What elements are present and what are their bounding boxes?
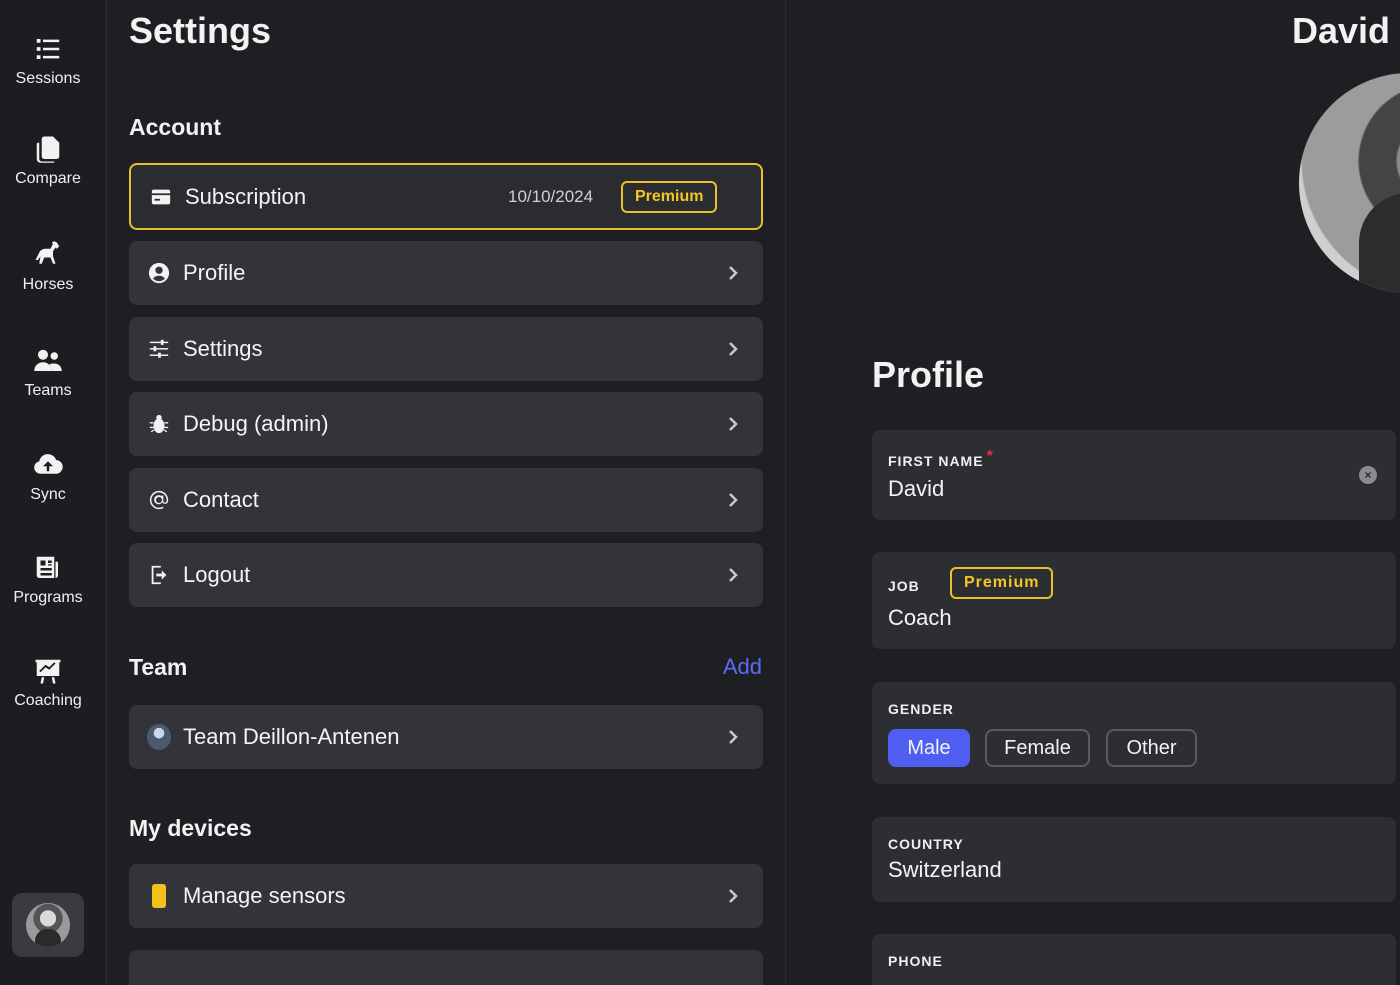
subscription-date: 10/10/2024 bbox=[508, 186, 594, 206]
profile-photo[interactable] bbox=[1299, 73, 1400, 293]
nav-item-label: Compare bbox=[15, 170, 81, 187]
nav-item-compare[interactable]: Compare bbox=[0, 134, 96, 188]
chevron-right-icon bbox=[727, 727, 741, 747]
subscription-label: Subscription bbox=[185, 183, 307, 209]
nav-item-coaching[interactable]: Coaching bbox=[0, 656, 96, 710]
job-value[interactable]: Coach bbox=[888, 605, 952, 631]
phone-label: PHONE bbox=[888, 953, 943, 969]
subscription-row[interactable]: Subscription 10/10/2024 Premium bbox=[129, 163, 763, 230]
gender-label: GENDER bbox=[888, 701, 954, 717]
menu-item-contact[interactable]: Contact bbox=[129, 468, 763, 532]
job-label: JOB bbox=[888, 578, 920, 594]
cloud-upload-icon bbox=[34, 454, 63, 474]
presentation-chart-icon bbox=[35, 659, 61, 684]
clear-icon[interactable]: × bbox=[1359, 466, 1377, 484]
nav-item-sync[interactable]: Sync bbox=[0, 450, 96, 504]
menu-item-logout[interactable]: Logout bbox=[129, 543, 763, 607]
first-name-field[interactable]: FIRST NAME * David × bbox=[872, 430, 1396, 520]
menu-item-profile[interactable]: Profile bbox=[129, 241, 763, 305]
chevron-right-icon bbox=[727, 886, 741, 906]
credit-card-icon bbox=[149, 185, 173, 209]
job-field[interactable]: JOB Premium Coach bbox=[872, 552, 1396, 649]
menu-item-label: Profile bbox=[183, 260, 246, 285]
list-item[interactable] bbox=[129, 950, 763, 985]
menu-item-label: Settings bbox=[183, 336, 263, 361]
nav-item-teams[interactable]: Teams bbox=[0, 346, 96, 400]
team-row[interactable]: Team Deillon-Antenen bbox=[129, 705, 763, 769]
avatar bbox=[26, 903, 70, 947]
settings-panel: Settings Account Subscription 10/10/2024… bbox=[107, 0, 786, 985]
nav-item-horses[interactable]: Horses bbox=[0, 240, 96, 294]
menu-item-label: Debug (admin) bbox=[183, 411, 329, 436]
menu-item-settings[interactable]: Settings bbox=[129, 317, 763, 381]
sliders-icon bbox=[147, 337, 171, 361]
horse-icon bbox=[35, 241, 60, 264]
gender-female-button[interactable]: Female bbox=[985, 729, 1090, 767]
country-field[interactable]: COUNTRY Switzerland bbox=[872, 817, 1396, 902]
copy-icon bbox=[36, 136, 60, 163]
nav-item-label: Sessions bbox=[15, 70, 81, 87]
team-name: Team Deillon-Antenen bbox=[183, 724, 400, 749]
users-icon bbox=[34, 349, 62, 371]
first-name-value[interactable]: David bbox=[888, 476, 944, 502]
nav-item-label: Programs bbox=[13, 589, 83, 606]
nav-item-label: Coaching bbox=[14, 692, 82, 709]
page-title: Settings bbox=[129, 10, 272, 51]
at-icon bbox=[147, 488, 171, 512]
newspaper-icon bbox=[36, 556, 58, 578]
user-name-heading: David bbox=[1291, 10, 1390, 51]
chevron-right-icon bbox=[727, 565, 741, 585]
nav-item-label: Sync bbox=[30, 486, 66, 503]
required-marker: * bbox=[986, 448, 994, 465]
team-avatar bbox=[147, 724, 171, 750]
add-team-link[interactable]: Add bbox=[723, 654, 762, 680]
country-label: COUNTRY bbox=[888, 836, 964, 852]
section-account-heading: Account bbox=[129, 114, 221, 140]
nav-item-programs[interactable]: Programs bbox=[0, 553, 96, 607]
chevron-right-icon bbox=[727, 339, 741, 359]
menu-item-debug[interactable]: Debug (admin) bbox=[129, 392, 763, 456]
chevron-right-icon bbox=[727, 490, 741, 510]
chevron-right-icon bbox=[727, 414, 741, 434]
section-devices-heading: My devices bbox=[129, 815, 252, 841]
phone-field[interactable]: PHONE bbox=[872, 934, 1396, 985]
menu-item-label: Logout bbox=[183, 562, 251, 587]
sensor-icon bbox=[147, 884, 171, 908]
nav-item-label: Horses bbox=[22, 276, 74, 293]
user-avatar-button[interactable] bbox=[12, 893, 84, 957]
manage-sensors-label: Manage sensors bbox=[183, 883, 346, 908]
section-team-heading: Team bbox=[129, 654, 188, 680]
country-value[interactable]: Switzerland bbox=[888, 857, 1002, 883]
menu-item-label: Contact bbox=[183, 487, 259, 512]
logout-icon bbox=[147, 563, 171, 587]
gender-other-button[interactable]: Other bbox=[1106, 729, 1197, 767]
premium-badge: Premium bbox=[950, 567, 1054, 599]
bug-icon bbox=[147, 412, 171, 436]
chevron-right-icon bbox=[727, 263, 741, 283]
first-name-label: FIRST NAME * bbox=[888, 448, 994, 469]
manage-sensors-row[interactable]: Manage sensors bbox=[129, 864, 763, 928]
nav-item-sessions[interactable]: Sessions bbox=[0, 34, 96, 88]
user-circle-icon bbox=[147, 261, 171, 285]
profile-title: Profile bbox=[872, 354, 985, 395]
list-icon bbox=[36, 39, 60, 59]
profile-panel: David Profile FIRST NAME * David × JOB Pr… bbox=[787, 0, 1400, 985]
nav-item-label: Teams bbox=[24, 382, 72, 399]
nav-rail: Sessions Compare Horses Teams Sync Progr… bbox=[0, 0, 107, 985]
premium-badge: Premium bbox=[621, 180, 718, 213]
gender-field: GENDER Male Female Other bbox=[872, 682, 1396, 784]
gender-male-button[interactable]: Male bbox=[888, 729, 970, 767]
